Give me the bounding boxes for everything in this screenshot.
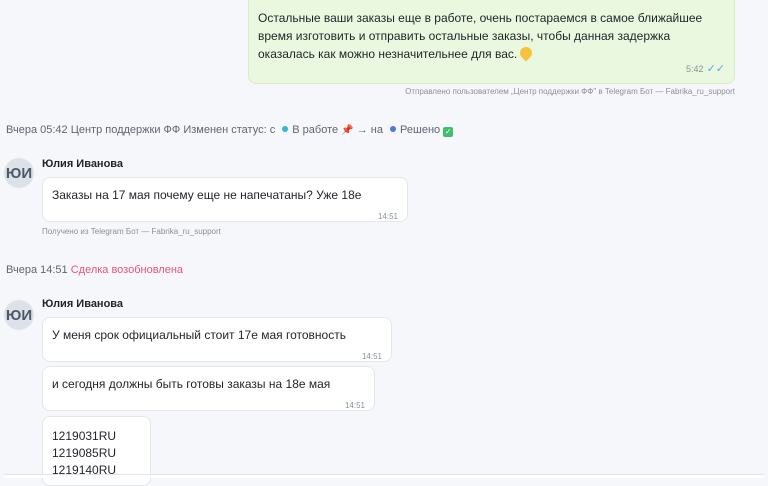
message-time: 14:51 (361, 352, 382, 361)
outgoing-message-time: 5:42 ✓✓ (686, 63, 725, 75)
message-text: У меня срок официальный стоит 17е мая го… (52, 328, 346, 342)
event-actor[interactable]: Центр поддержки ФФ (71, 124, 181, 136)
outgoing-message-caption: Отправлено пользователем „Центр поддержк… (405, 87, 735, 96)
sender-name[interactable]: Юлия Иванова (42, 158, 123, 170)
message-input-area[interactable] (4, 474, 764, 478)
message-time: 14:51 (377, 212, 398, 221)
event-time: Вчера 05:42 (6, 124, 68, 136)
sender-name[interactable]: Юлия Иванова (42, 298, 123, 310)
status-change-event: Вчера 05:42 Центр поддержки ФФ Изменен с… (6, 124, 454, 137)
incoming-message-caption: Получено из Telegram Бот — Fabrika_ru_su… (42, 227, 221, 236)
event-time: Вчера 14:51 (6, 264, 68, 276)
status-arrow: → (356, 124, 368, 136)
read-double-check-icon: ✓✓ (706, 63, 725, 75)
status-to-prefix: на (370, 124, 383, 136)
message-line: 1219031RU (52, 429, 117, 443)
check-mark-icon: ✓ (443, 127, 454, 137)
deal-reopened-text: Сделка возобновлена (70, 264, 184, 276)
message-line: 1219085RU (52, 446, 117, 460)
pin-icon: 📌 (341, 125, 354, 136)
avatar[interactable]: ЮИ (4, 300, 34, 330)
avatar[interactable]: ЮИ (4, 158, 34, 188)
status-to: Решено (400, 124, 441, 136)
message-text: и сегодня должны быть готовы заказы на 1… (52, 377, 331, 391)
incoming-message-bubble[interactable]: и сегодня должны быть готовы заказы на 1… (42, 366, 375, 411)
status-dot-icon (282, 126, 289, 132)
outgoing-message-bubble[interactable]: Остальные ваши заказы еще в работе, очен… (248, 0, 735, 84)
incoming-message-bubble[interactable]: Заказы на 17 мая почему еще не напечатан… (42, 177, 408, 222)
message-text: Заказы на 17 мая почему еще не напечатан… (52, 188, 362, 202)
status-dot-icon (390, 126, 397, 132)
event-action: Изменен статус: с (183, 124, 276, 136)
yellow-heart-icon (517, 44, 535, 62)
incoming-message-bubble[interactable]: У меня срок официальный стоит 17е мая го… (42, 317, 392, 362)
status-from: В работе (292, 124, 339, 136)
deal-reopened-event: Вчера 14:51 Сделка возобновлена (6, 264, 183, 276)
outgoing-message-text: Остальные ваши заказы еще в работе, очен… (258, 11, 703, 62)
message-time: 14:51 (344, 401, 365, 410)
